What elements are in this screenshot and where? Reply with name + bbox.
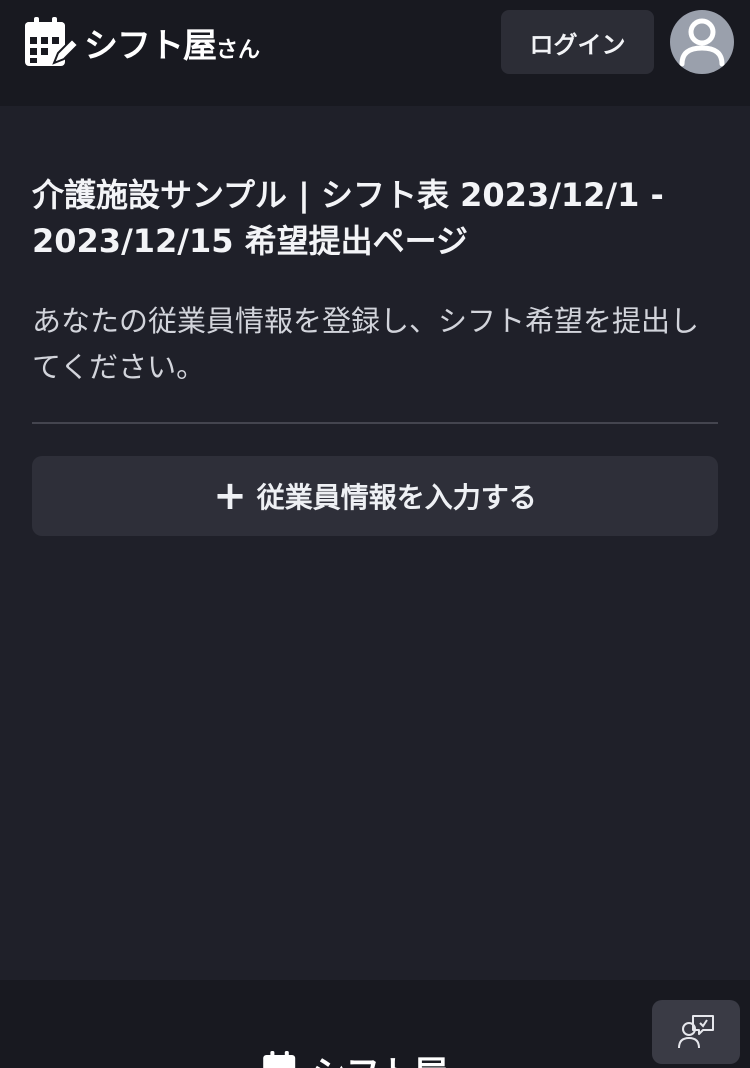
add-employee-info-button[interactable]: + 従業員情報を入力する [32,456,718,536]
add-employee-info-label: 従業員情報を入力する [256,481,537,514]
calendar-edit-icon [25,17,78,66]
footer-logo-text: シフト屋 [312,1046,448,1068]
logo-suffix: さん [216,38,261,63]
feedback-chat-icon [678,1015,714,1049]
plus-icon: + [213,473,247,519]
app-logo[interactable]: シフト屋 さん [24,16,260,68]
divider [32,422,718,424]
app-footer: シフト屋 [0,980,750,1068]
page-description: あなたの従業員情報を登録し、シフト希望を提出してください。 [32,304,700,384]
login-button[interactable]: ログイン [501,10,654,74]
page-title: 介護施設サンプル | シフト表 2023/12/1 - 2023/12/15 希… [32,176,664,260]
user-avatar-icon[interactable] [670,10,734,74]
footer-logo[interactable]: シフト屋 [262,1046,448,1068]
logo-text: シフト屋 [84,25,217,66]
calendar-edit-icon [263,1050,296,1068]
feedback-button[interactable] [652,1000,740,1064]
app-header: シフト屋 さん ログイン [0,0,750,106]
